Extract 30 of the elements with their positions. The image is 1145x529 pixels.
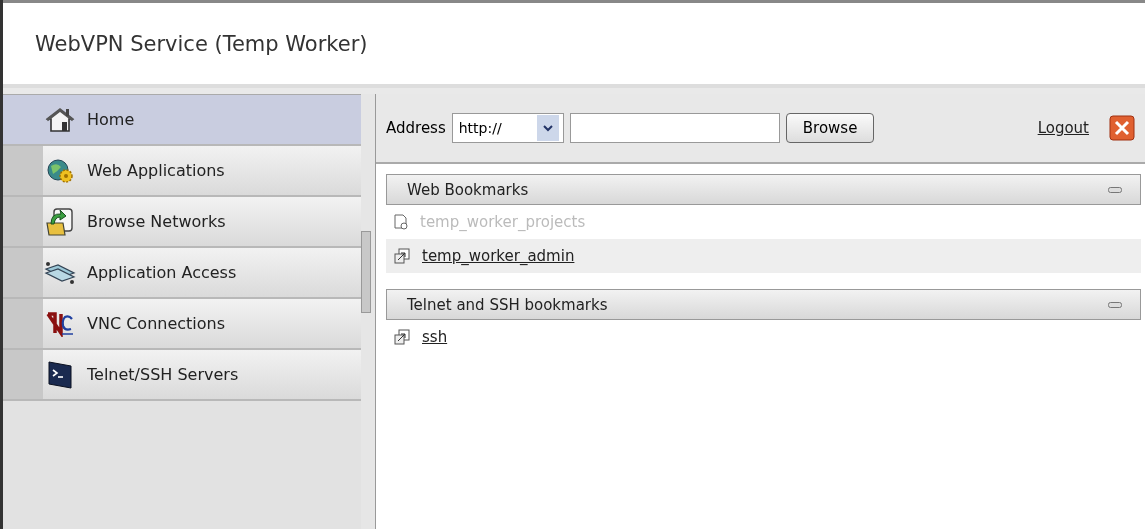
shortcut-icon — [394, 329, 410, 345]
window-title: WebVPN Service (Temp Worker) — [35, 31, 368, 56]
logout-link[interactable]: Logout — [1037, 119, 1089, 137]
address-label: Address — [386, 119, 446, 137]
sidebar-item[interactable]: Telnet/SSH Servers — [3, 350, 361, 401]
sidebar-item[interactable]: Browse Networks — [3, 197, 361, 248]
collapse-icon[interactable] — [1108, 186, 1122, 193]
sidebar-item[interactable]: Home — [3, 95, 361, 146]
section-header[interactable]: Telnet and SSH bookmarks — [386, 289, 1141, 320]
close-icon[interactable] — [1109, 115, 1135, 141]
sidebar-item[interactable]: Web Applications — [3, 146, 361, 197]
section-title: Telnet and SSH bookmarks — [407, 295, 608, 314]
terminal-icon — [46, 359, 74, 390]
folder-arrow-icon — [45, 206, 75, 237]
house-icon — [45, 106, 75, 133]
bookmark-link[interactable]: ssh — [386, 320, 1141, 354]
section-title: Web Bookmarks — [407, 180, 529, 199]
section-header[interactable]: Web Bookmarks — [386, 174, 1141, 205]
sidebar-item[interactable]: VNC Connections — [3, 299, 361, 350]
splitter-handle[interactable] — [361, 230, 371, 313]
page-icon — [394, 214, 408, 230]
collapse-icon[interactable] — [1108, 301, 1122, 308]
browse-button[interactable]: Browse — [785, 113, 875, 143]
globe-gear-icon — [45, 157, 75, 184]
chevron-down-icon — [542, 124, 553, 132]
shortcut-icon — [394, 248, 410, 264]
sidebar-item[interactable]: Application Access — [3, 248, 361, 299]
url-field[interactable] — [569, 113, 780, 143]
bookmark-link[interactable]: temp_worker_admin — [386, 239, 1141, 273]
protocol-dropdown[interactable]: http:// — [451, 113, 564, 143]
